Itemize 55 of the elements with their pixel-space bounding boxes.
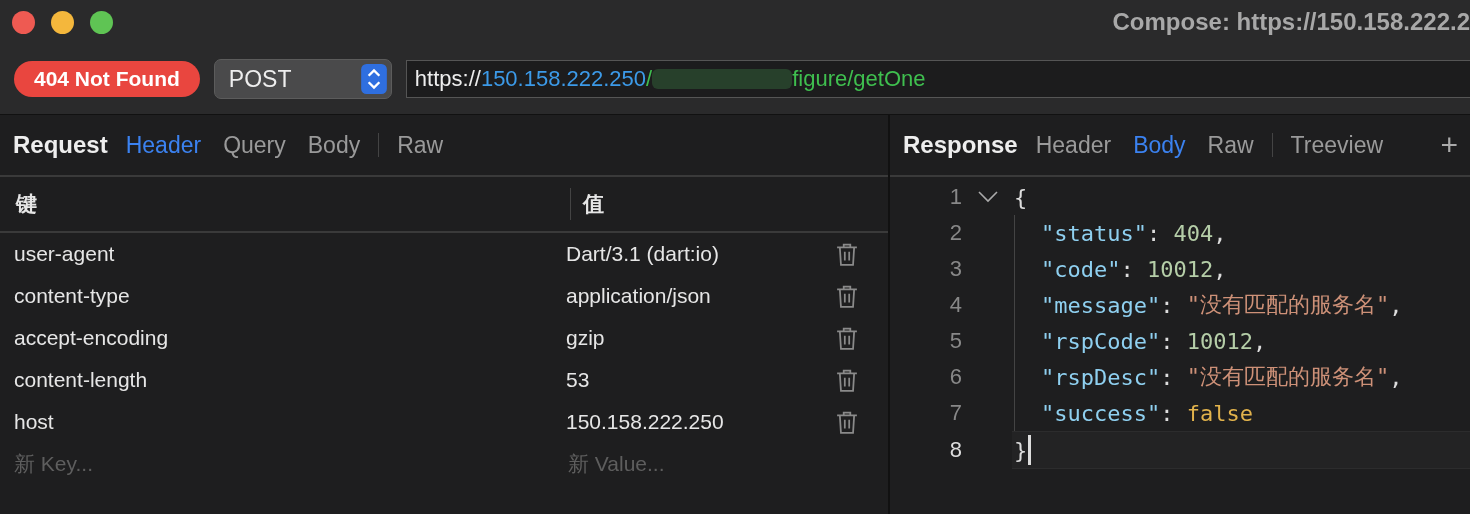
tab[interactable]: Header xyxy=(125,131,202,159)
table-cell-text: content-length xyxy=(13,368,149,392)
table-cell-text: 53 xyxy=(566,368,591,392)
code-line: "rspCode": 10012, xyxy=(962,323,1267,359)
tab[interactable]: Raw xyxy=(397,131,444,159)
status-badge: 404 Not Found xyxy=(14,61,200,97)
zoom-button[interactable] xyxy=(90,10,113,34)
code-line: } xyxy=(1013,436,1028,465)
line-number: 6 xyxy=(948,364,962,390)
trash-icon[interactable] xyxy=(836,241,858,267)
stepper-icon xyxy=(360,64,387,94)
panel-title: Response xyxy=(903,131,1018,159)
tab[interactable]: Body xyxy=(1133,131,1186,159)
code-line: "rspDesc": "没有匹配的服务名", xyxy=(962,359,1403,395)
trash-icon[interactable] xyxy=(836,367,858,393)
line-number: 1 xyxy=(948,184,962,210)
line-number: 7 xyxy=(948,400,962,426)
panel-title: Request xyxy=(13,131,108,159)
text-cursor xyxy=(1028,435,1032,465)
line-number: 2 xyxy=(948,220,962,246)
minimize-button[interactable] xyxy=(51,10,74,34)
code-line: "code": 10012, xyxy=(962,251,1227,287)
input-field[interactable]: 新 Key... xyxy=(0,449,548,479)
table-cell-text: application/json xyxy=(566,284,712,308)
tab[interactable]: Raw xyxy=(1207,131,1254,159)
add-tab-button[interactable]: + xyxy=(1440,128,1458,162)
table-cell-text: host xyxy=(13,410,55,434)
tab[interactable]: Query xyxy=(223,131,286,159)
chevron-down-icon[interactable] xyxy=(978,191,998,203)
column-header: 值 xyxy=(581,191,604,217)
method-dropdown[interactable]: POST xyxy=(213,59,392,99)
tab[interactable]: Header xyxy=(1035,131,1112,159)
code-line: "status": 404, xyxy=(962,215,1227,251)
window-title: Compose: https://150.158.222.2 xyxy=(1112,8,1470,36)
url-field[interactable]: https://150.158.222.250/ figure/getOne xyxy=(405,60,1470,98)
column-header: 键 xyxy=(14,191,38,217)
table-cell-text: accept-encoding xyxy=(13,326,170,350)
code-line: { xyxy=(962,179,1028,215)
trash-icon[interactable] xyxy=(836,283,858,309)
trash-icon[interactable] xyxy=(836,325,858,351)
line-number: 8 xyxy=(948,437,962,463)
table-cell-text: user-agent xyxy=(13,242,116,266)
trash-icon[interactable] xyxy=(836,409,858,435)
table-cell-text: gzip xyxy=(566,326,606,350)
line-number: 5 xyxy=(948,328,962,354)
table-cell-text: 150.158.222.250 xyxy=(566,410,725,434)
tab[interactable]: Body xyxy=(307,131,361,159)
table-cell-text: Dart/3.1 (dart:io) xyxy=(566,242,720,266)
close-button[interactable] xyxy=(12,10,35,34)
line-number: 3 xyxy=(948,256,962,282)
tab[interactable]: Treeview xyxy=(1290,131,1384,159)
code-line: "message": "没有匹配的服务名", xyxy=(962,287,1403,323)
table-cell-text: content-type xyxy=(13,284,131,308)
line-number: 4 xyxy=(948,292,962,318)
input-field[interactable]: 新 Value... xyxy=(568,449,790,479)
